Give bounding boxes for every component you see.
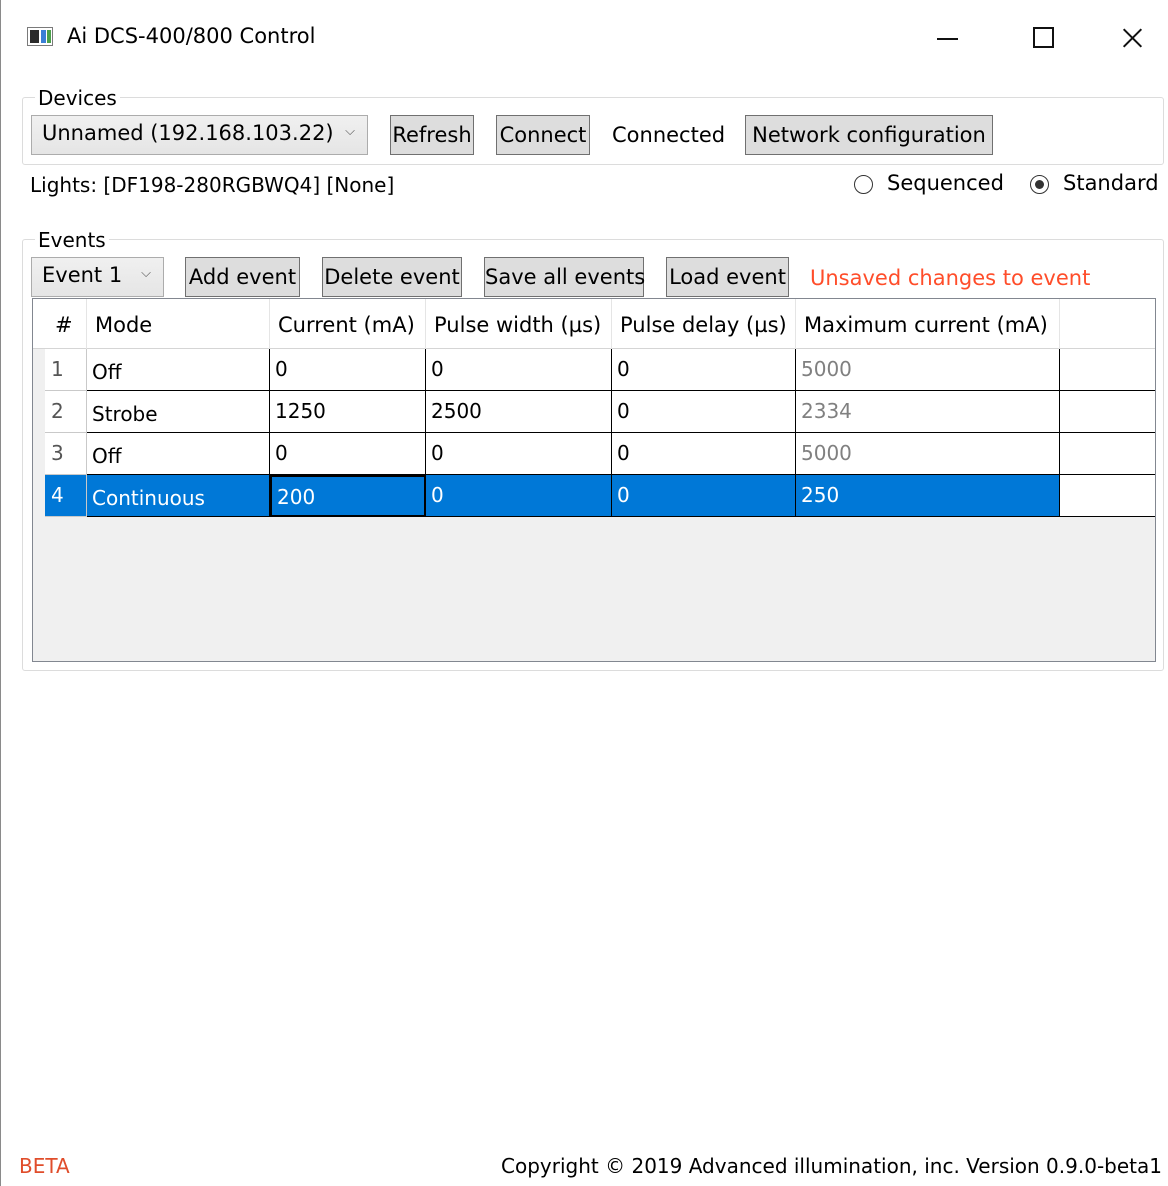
pulse-width-cell[interactable]: 0 bbox=[426, 349, 612, 391]
current-cell-focused[interactable]: 200 bbox=[270, 475, 426, 517]
max-current-cell: 250 bbox=[796, 475, 1060, 517]
chevron-down-icon: ⌵ bbox=[345, 124, 355, 139]
minimize-icon[interactable] bbox=[927, 18, 967, 58]
event-select-value: Event 1 bbox=[42, 263, 123, 287]
sequenced-label[interactable]: Sequenced bbox=[887, 171, 1004, 195]
max-current-cell: 5000 bbox=[796, 433, 1060, 475]
pulse-delay-cell[interactable]: 0 bbox=[612, 349, 796, 391]
title-bar[interactable]: Ai DCS-400/800 Control bbox=[1, 0, 1168, 76]
sequenced-radio[interactable] bbox=[854, 175, 873, 194]
current-cell[interactable]: 1250 bbox=[270, 391, 426, 433]
device-select-value: Unnamed (192.168.103.22) bbox=[42, 121, 334, 145]
current-cell[interactable]: 0 bbox=[270, 433, 426, 475]
events-legend: Events bbox=[35, 228, 109, 252]
mode-cell[interactable]: Continuous bbox=[87, 475, 270, 517]
lights-info: Lights: [DF198-280RGBWQ4] [None] bbox=[30, 173, 395, 197]
beta-label: BETA bbox=[19, 1154, 70, 1178]
table-row[interactable]: 2 Strobe 1250 2500 0 2334 bbox=[45, 391, 1155, 433]
refresh-button[interactable]: Refresh bbox=[390, 115, 474, 155]
row-number[interactable]: 4 bbox=[45, 475, 87, 517]
pulse-width-cell[interactable]: 0 bbox=[426, 433, 612, 475]
app-icon bbox=[27, 27, 53, 46]
max-current-cell: 5000 bbox=[796, 349, 1060, 391]
current-cell[interactable]: 0 bbox=[270, 349, 426, 391]
network-configuration-button[interactable]: Network configuration bbox=[745, 115, 993, 155]
row-number[interactable]: 2 bbox=[45, 391, 87, 433]
pulse-width-cell[interactable]: 2500 bbox=[426, 391, 612, 433]
max-current-cell: 2334 bbox=[796, 391, 1060, 433]
pulse-delay-cell[interactable]: 0 bbox=[612, 391, 796, 433]
mode-cell[interactable]: Off bbox=[87, 349, 270, 391]
pulse-delay-cell[interactable]: 0 bbox=[612, 433, 796, 475]
table-row-selected[interactable]: 4 Continuous 200 0 0 250 bbox=[45, 475, 1155, 517]
events-grid[interactable]: # Mode Current (mA) Pulse width (µs) Pul… bbox=[32, 298, 1156, 662]
app-window: Ai DCS-400/800 Control Devices Unnamed (… bbox=[0, 0, 1168, 1186]
header-pulse-delay[interactable]: Pulse delay (µs) bbox=[612, 299, 796, 349]
table-row[interactable]: 1 Off 0 0 0 5000 bbox=[45, 349, 1155, 391]
window-title: Ai DCS-400/800 Control bbox=[67, 24, 316, 48]
chevron-down-icon: ⌵ bbox=[141, 266, 151, 281]
close-icon[interactable] bbox=[1112, 18, 1152, 58]
row-filler bbox=[1060, 433, 1155, 475]
row-filler bbox=[1060, 475, 1155, 517]
add-event-button[interactable]: Add event bbox=[185, 257, 300, 297]
connection-status: Connected bbox=[612, 123, 726, 147]
pulse-delay-cell[interactable]: 0 bbox=[612, 475, 796, 517]
save-all-events-button[interactable]: Save all events bbox=[484, 257, 645, 297]
pulse-width-cell[interactable]: 0 bbox=[426, 475, 612, 517]
row-number[interactable]: 1 bbox=[45, 349, 87, 391]
grid-header: # Mode Current (mA) Pulse width (µs) Pul… bbox=[33, 299, 1155, 349]
mode-cell[interactable]: Off bbox=[87, 433, 270, 475]
copyright-text: Copyright © 2019 Advanced illumination, … bbox=[501, 1154, 1162, 1178]
event-select[interactable]: Event 1 ⌵ bbox=[31, 257, 164, 297]
header-current[interactable]: Current (mA) bbox=[270, 299, 426, 349]
row-filler bbox=[1060, 391, 1155, 433]
connect-button[interactable]: Connect bbox=[496, 115, 590, 155]
devices-legend: Devices bbox=[35, 86, 120, 110]
header-max-current[interactable]: Maximum current (mA) bbox=[796, 299, 1060, 349]
header-number[interactable]: # bbox=[45, 299, 87, 349]
unsaved-changes-warning: Unsaved changes to event bbox=[810, 266, 1091, 290]
standard-label[interactable]: Standard bbox=[1063, 171, 1159, 195]
load-event-button[interactable]: Load event bbox=[666, 257, 789, 297]
header-pulse-width[interactable]: Pulse width (µs) bbox=[426, 299, 612, 349]
row-number[interactable]: 3 bbox=[45, 433, 87, 475]
table-row[interactable]: 3 Off 0 0 0 5000 bbox=[45, 433, 1155, 475]
maximize-icon[interactable] bbox=[1022, 18, 1062, 58]
mode-cell[interactable]: Strobe bbox=[87, 391, 270, 433]
standard-radio[interactable] bbox=[1030, 175, 1049, 194]
delete-event-button[interactable]: Delete event bbox=[322, 257, 462, 297]
row-filler bbox=[1060, 349, 1155, 391]
device-select[interactable]: Unnamed (192.168.103.22) ⌵ bbox=[31, 115, 368, 155]
header-mode[interactable]: Mode bbox=[87, 299, 270, 349]
